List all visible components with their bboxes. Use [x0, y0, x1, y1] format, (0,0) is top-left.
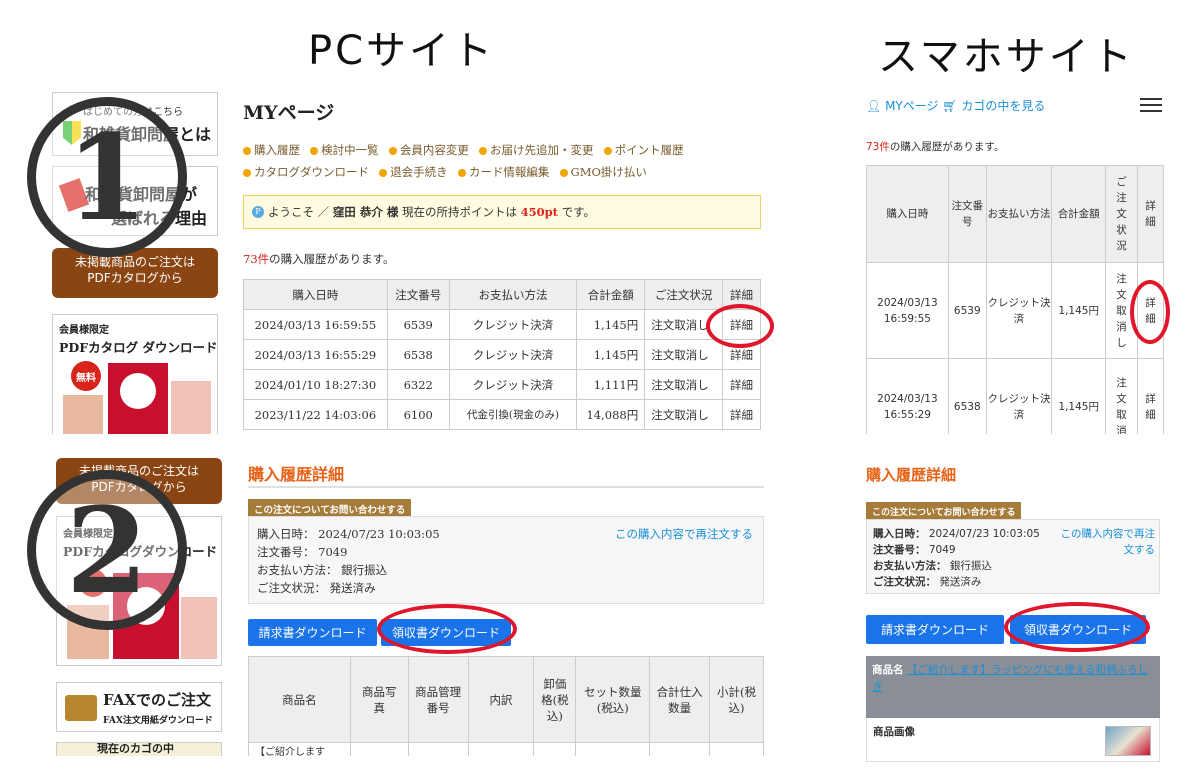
pc-link-wishlist[interactable]: 検討中一覧	[310, 143, 379, 157]
pc-reorder-link[interactable]: この購入内容で再注文する	[615, 525, 753, 543]
th-status: ご注文状況	[644, 279, 724, 310]
pc-user-name: 窪田 恭介 様	[332, 205, 399, 219]
pc-link-member-edit[interactable]: 会員内容変更	[388, 143, 469, 157]
pc-items-table: 商品名 商品写真 商品管理番号 内訳 卸価格(税込) セット数量(税込) 合計仕…	[248, 656, 764, 756]
pc-points: 450pt	[520, 205, 558, 219]
highlight-ring-pc-detail	[706, 304, 774, 348]
sp-reorder-link[interactable]: この購入内容で再注文する	[1055, 526, 1156, 558]
pc-history-table-wrap: 購入日時 注文番号 お支払い方法 合計金額 ご注文状況 詳細 2024/03/1…	[243, 279, 761, 434]
table-header-row: 購入日時 注文番号 お支払い方法 合計金額 ご注文状況 詳細	[866, 165, 1164, 263]
table-row: 2024/03/13 16:55:29 6538 クレジット決済 1,145円 …	[243, 339, 761, 370]
step-marker-2: 2	[27, 470, 187, 630]
catalog-tab-line2: PDFカタログから	[87, 271, 183, 285]
pc-mypage-title: MYページ	[243, 102, 335, 124]
detail-link[interactable]: 詳細	[722, 369, 761, 400]
table-row: 2024/03/13 16:55:29 6538 クレジット決済 1,145円 …	[866, 358, 1164, 434]
sp-history-count: 73件の購入履歴があります。	[866, 141, 1005, 153]
fax-title: FAXでのご注文	[103, 691, 212, 709]
th-total: 合計金額	[576, 279, 646, 310]
pc-history-count: 73件の購入履歴があります。	[243, 252, 395, 266]
sidebar-fax-banner[interactable]: FAXでのご注文 FAX注文用紙ダウンロード	[56, 682, 222, 732]
step-marker-1: 1	[27, 97, 187, 257]
highlight-ring-sp-receipt	[1004, 602, 1150, 652]
cart-banner-text: 現在のカゴの中	[97, 742, 174, 755]
sp-item-image-row: 商品画像	[866, 718, 1160, 762]
fax-subtitle: FAX注文用紙ダウンロード	[103, 716, 213, 726]
sp-item-name-row: 商品名 【ご紹介します】ラッピングにも使える和柄ふろしき	[866, 656, 1160, 718]
catalog-page-image-2	[171, 381, 211, 434]
pc-items-table-wrap: 商品名 商品写真 商品管理番号 内訳 卸価格(税込) セット数量(税込) 合計仕…	[248, 656, 764, 756]
table-row: 2023/11/22 14:03:06 6100 代金引換(現金のみ) 14,0…	[243, 399, 761, 430]
pc-welcome-box: P ようこそ ／ 窪田 恭介 様 現在の所持ポイントは 450pt です。	[243, 195, 761, 229]
th-date: 購入日時	[243, 279, 388, 310]
table-row: 2024/01/10 18:27:30 6322 クレジット決済 1,111円 …	[243, 369, 761, 400]
free-badge: 無料	[71, 361, 101, 391]
pc-invoice-download-button[interactable]: 請求書ダウンロード	[248, 619, 377, 646]
catalog-page-image	[63, 395, 103, 434]
pc-history-table: 購入日時 注文番号 お支払い方法 合計金額 ご注文状況 詳細 2024/03/1…	[243, 279, 761, 430]
table-header-row: 購入日時 注文番号 お支払い方法 合計金額 ご注文状況 詳細	[243, 279, 761, 310]
pc-link-withdraw[interactable]: 退会手続き	[379, 165, 448, 179]
sp-cart-link[interactable]: 🛒︎ カゴの中を見る	[942, 99, 1045, 113]
pc-link-history[interactable]: 購入履歴	[243, 143, 300, 157]
sp-mypage-link[interactable]: 👤︎ MYページ	[866, 99, 939, 113]
sp-item-thumbnail[interactable]	[1105, 726, 1151, 756]
detail-link[interactable]: 詳細	[1137, 358, 1164, 434]
sp-item-name-link[interactable]: 【ご紹介します】ラッピングにも使える和柄ふろしき	[872, 664, 1148, 693]
highlight-ring-pc-receipt	[377, 604, 517, 654]
hamburger-menu-icon[interactable]	[1140, 98, 1162, 112]
detail-link[interactable]: 詳細	[722, 399, 761, 430]
highlight-ring-sp-detail	[1130, 280, 1170, 344]
sp-history-table-wrap: 購入日時 注文番号 お支払い方法 合計金額 ご注文状況 詳細 2024/03/1…	[866, 165, 1164, 434]
pc-link-card[interactable]: カード情報編集	[457, 165, 549, 179]
pc-link-points[interactable]: ポイント履歴	[603, 143, 684, 157]
catalog-small-text: 会員様限定	[59, 325, 109, 336]
sp-order-info-box: 購入日時： 2024/07/23 10:03:05 注文番号： 7049 お支払…	[866, 519, 1160, 594]
catalog-cover-image	[108, 363, 168, 434]
catalog2-page-image-2	[181, 597, 217, 659]
pc-mypage-links-row2: カタログダウンロード 退会手続き カード情報編集 GMO掛け払い	[243, 161, 647, 180]
sidebar-cart-banner[interactable]: 現在のカゴの中	[56, 742, 222, 756]
fax-icon	[65, 695, 97, 721]
sp-top-nav: 👤︎ MYページ 🛒︎ カゴの中を見る	[866, 97, 1045, 114]
point-icon: P	[252, 206, 264, 218]
pc-title-divider	[248, 486, 764, 488]
th-payment: お支払い方法	[448, 279, 578, 310]
table-row: 【ご紹介します	[248, 742, 764, 756]
item-name-link[interactable]: 【ご紹介します	[248, 742, 351, 756]
sidebar-catalog-banner[interactable]: 会員様限定 PDFカタログ ダウンロード 無料	[52, 314, 218, 434]
pc-link-catalog[interactable]: カタログダウンロード	[243, 165, 369, 179]
pc-site-header: PCサイト	[308, 28, 496, 74]
pc-detail-title: 購入履歴詳細	[248, 465, 345, 484]
table-row: 2024/03/13 16:59:55 6539 クレジット決済 1,145円 …	[866, 262, 1164, 359]
sp-site-header: スマホサイト	[878, 34, 1135, 80]
catalog-title: PDFカタログ ダウンロード	[59, 340, 218, 355]
sp-history-table: 購入日時 注文番号 お支払い方法 合計金額 ご注文状況 詳細 2024/03/1…	[866, 165, 1164, 434]
sidebar-catalog-tab[interactable]: 未掲載商品のご注文は PDFカタログから	[52, 248, 218, 298]
pc-link-gmo[interactable]: GMO掛け払い	[559, 165, 647, 179]
sp-invoice-download-button[interactable]: 請求書ダウンロード	[866, 615, 1004, 644]
table-header-row: 商品名 商品写真 商品管理番号 内訳 卸価格(税込) セット数量(税込) 合計仕…	[248, 656, 764, 743]
pc-order-info-box: 購入日時： 2024/07/23 10:03:05 注文番号： 7049 お支払…	[248, 516, 764, 604]
table-row: 2024/03/13 16:59:55 6539 クレジット決済 1,145円 …	[243, 309, 761, 340]
pc-mypage-links-row1: 購入履歴 検討中一覧 会員内容変更 お届け先追加・変更 ポイント履歴	[243, 139, 684, 158]
pc-link-address[interactable]: お届け先追加・変更	[479, 143, 594, 157]
catalog-tab-line1: 未掲載商品のご注文は	[74, 255, 195, 269]
sp-detail-title: 購入履歴詳細	[866, 466, 957, 484]
th-order-no: 注文番号	[386, 279, 450, 310]
